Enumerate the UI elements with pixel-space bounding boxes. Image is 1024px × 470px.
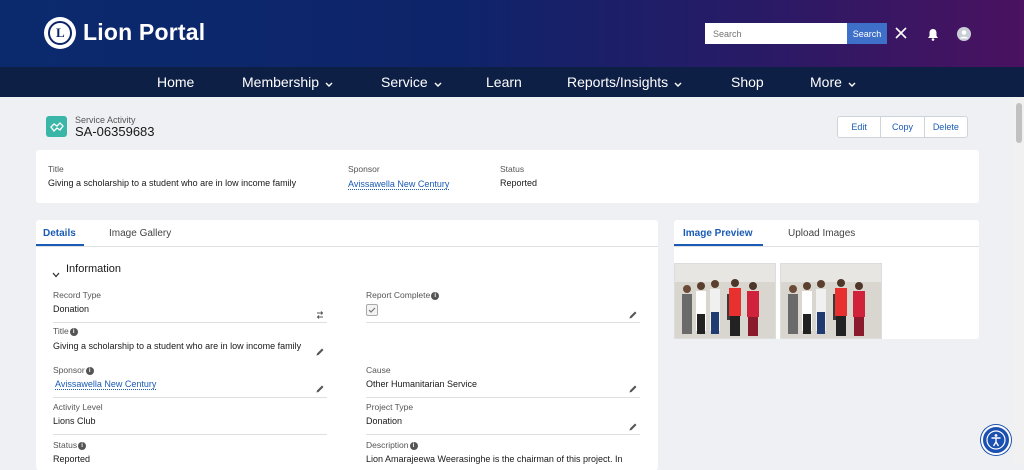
tab-image-preview[interactable]: Image Preview (683, 228, 752, 239)
info-icon[interactable]: i (85, 367, 94, 375)
edit-button[interactable]: Edit (838, 117, 882, 137)
field-divider (53, 434, 327, 435)
page-scrollbar[interactable] (1014, 97, 1024, 463)
title-field-value: Giving a scholarship to a student who ar… (53, 341, 302, 351)
title-field-label: Title i (53, 326, 78, 336)
nav-membership[interactable]: Membership (242, 67, 333, 97)
scrollbar-thumb[interactable] (1016, 103, 1022, 143)
record-id: SA-06359683 (75, 124, 155, 139)
record-actions: Edit Copy Delete (837, 116, 968, 138)
sponsor-field-link[interactable]: Avissawella New Century (55, 379, 157, 390)
project-type-field-label: Project Type (366, 402, 414, 412)
field-divider (53, 397, 327, 398)
tab-divider (674, 246, 979, 247)
edit-pencil-icon[interactable] (315, 381, 325, 393)
change-record-type-icon[interactable] (315, 307, 325, 319)
section-collapse-icon[interactable] (52, 265, 60, 283)
nav-learn[interactable]: Learn (486, 67, 522, 97)
cause-field-value: Other Humanitarian Service (366, 379, 478, 389)
info-icon[interactable]: i (409, 442, 418, 450)
highlight-sponsor-link[interactable]: Avissawella New Century (348, 179, 450, 190)
nav-reports-insights[interactable]: Reports/Insights (567, 67, 682, 97)
tab-upload-images[interactable]: Upload Images (788, 228, 855, 239)
info-icon[interactable]: i (431, 292, 440, 300)
highlight-title-label: Title (48, 164, 64, 174)
report-complete-checkbox[interactable] (366, 304, 378, 316)
search-button[interactable]: Search (847, 23, 887, 44)
nav-home[interactable]: Home (157, 67, 194, 97)
project-type-field-value: Donation (366, 416, 403, 426)
sponsor-field-label: Sponsor i (53, 365, 94, 375)
tab-image-gallery[interactable]: Image Gallery (109, 228, 171, 239)
highlight-title-value: Giving a scholarship to a student who ar… (48, 178, 297, 188)
search-input[interactable] (705, 23, 847, 44)
delete-button[interactable]: Delete (925, 117, 967, 137)
edit-pencil-icon[interactable] (315, 344, 325, 356)
report-complete-field-label: Report Complete i (366, 290, 440, 300)
main-nav: Home Membership Service Learn Reports/In… (0, 67, 1024, 97)
brand-title[interactable]: Lion Portal (83, 19, 205, 46)
top-header: L Lion Portal Search (0, 0, 1024, 67)
chevron-down-icon (325, 68, 333, 98)
info-icon[interactable]: i (78, 442, 87, 450)
highlight-sponsor-label: Sponsor (348, 164, 380, 174)
highlight-status-value: Reported (500, 178, 538, 188)
accessibility-icon[interactable] (981, 425, 1011, 455)
description-field-label: Description i (366, 440, 418, 450)
edit-pencil-icon[interactable] (628, 307, 638, 319)
avatar-icon[interactable] (957, 27, 971, 41)
close-icon[interactable] (894, 26, 908, 40)
field-divider (366, 397, 640, 398)
activity-level-field-label: Activity Level (53, 402, 103, 412)
status-field-label: Status i (53, 440, 87, 450)
chevron-down-icon (848, 68, 856, 98)
nav-service[interactable]: Service (381, 67, 442, 97)
info-icon[interactable]: i (69, 328, 78, 336)
tab-details[interactable]: Details (43, 228, 76, 239)
section-information-title[interactable]: Information (66, 263, 121, 275)
highlights-panel (36, 150, 979, 203)
highlight-status-label: Status (500, 164, 525, 174)
service-activity-icon (46, 116, 67, 137)
cause-field-label: Cause (366, 365, 391, 375)
chevron-down-icon (434, 68, 442, 98)
edit-pencil-icon[interactable] (628, 381, 638, 393)
record-type-field-label: Record Type (53, 290, 102, 300)
bell-icon[interactable] (926, 27, 940, 41)
field-divider (366, 322, 640, 323)
nav-more[interactable]: More (810, 67, 856, 97)
field-divider (366, 434, 640, 435)
tab-divider (36, 246, 658, 247)
field-divider (53, 322, 327, 323)
nav-shop[interactable]: Shop (731, 67, 764, 97)
gallery-photo[interactable] (780, 263, 882, 339)
edit-pencil-icon[interactable] (628, 419, 638, 431)
record-type-field-value: Donation (53, 304, 90, 314)
activity-level-field-value: Lions Club (53, 416, 96, 426)
gallery-photo[interactable] (674, 263, 776, 339)
copy-button[interactable]: Copy (881, 117, 925, 137)
lions-logo-icon[interactable]: L (44, 17, 76, 49)
chevron-down-icon (674, 68, 682, 98)
